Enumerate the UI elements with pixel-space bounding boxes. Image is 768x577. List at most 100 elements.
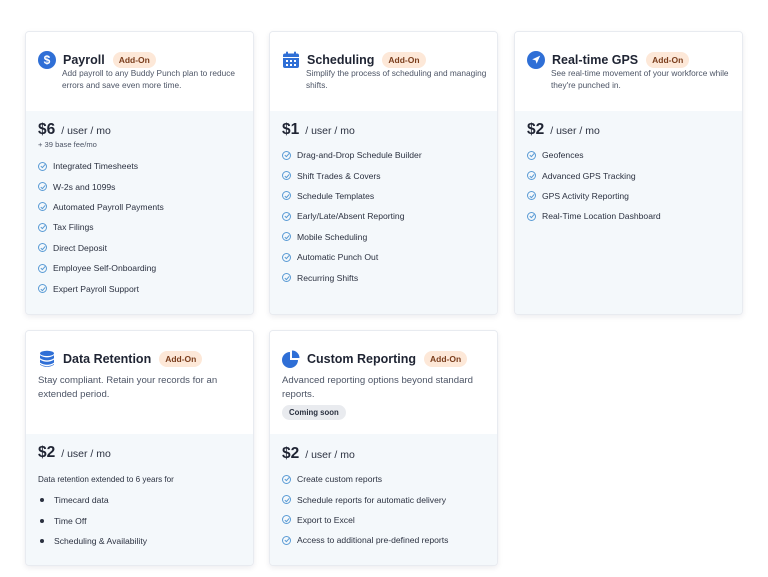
card-description: Simplify the process of scheduling and m… xyxy=(306,68,487,90)
base-fee: + 39 base fee/mo xyxy=(38,140,97,149)
price-amount: $2 xyxy=(282,445,300,462)
check-circle-icon xyxy=(282,495,291,505)
data-retention-card-body: $2 / user / mo Data retention extended t… xyxy=(26,434,253,565)
card-description: Add payroll to any Buddy Punch plan to r… xyxy=(62,68,235,90)
check-circle-icon xyxy=(282,171,291,181)
feature-item: Create custom reports xyxy=(282,469,448,489)
feature-item: Expert Payroll Support xyxy=(38,278,164,298)
add-on-badge: Add-On xyxy=(424,351,468,367)
check-circle-icon xyxy=(282,273,291,283)
check-circle-icon xyxy=(527,211,536,221)
feature-item: Drag-and-Drop Schedule Builder xyxy=(282,145,422,165)
check-circle-icon xyxy=(38,243,47,253)
data-retention-card-header: Data Retention Add-On Stay compliant. Re… xyxy=(26,331,253,434)
price-unit: / user / mo xyxy=(61,448,111,460)
check-circle-icon xyxy=(38,202,47,212)
scheduling-card-header: Scheduling Add-On Simplify the process o… xyxy=(270,32,497,111)
feature-item: Mobile Scheduling xyxy=(282,227,422,247)
database-icon xyxy=(38,350,56,368)
feature-item: Advanced GPS Tracking xyxy=(527,165,661,185)
feature-item: Real-Time Location Dashboard xyxy=(527,206,661,226)
check-circle-icon xyxy=(38,222,47,232)
feature-list: Create custom reports Schedule reports f… xyxy=(282,469,448,551)
bullet-dot xyxy=(40,498,44,503)
scheduling-card: Scheduling Add-On Simplify the process o… xyxy=(269,31,498,315)
check-circle-icon xyxy=(282,474,291,484)
feature-item: GPS Activity Reporting xyxy=(527,186,661,206)
calendar-icon xyxy=(282,51,300,69)
payroll-card: $ Payroll Add-On Add payroll to any Budd… xyxy=(25,31,254,315)
scheduling-card-body: $1 / user / mo Drag-and-Drop Schedule Bu… xyxy=(270,111,497,314)
retention-bullet-list: Timecard data Time Off Scheduling & Avai… xyxy=(40,490,147,552)
price-amount: $2 xyxy=(38,444,56,461)
price-unit: / user / mo xyxy=(305,125,355,137)
svg-text:$: $ xyxy=(44,53,51,67)
feature-item: Schedule Templates xyxy=(282,186,422,206)
check-circle-icon xyxy=(282,232,291,242)
check-circle-icon xyxy=(527,171,536,181)
check-circle-icon xyxy=(282,252,291,262)
check-circle-icon xyxy=(282,535,291,545)
feature-item: Direct Deposit xyxy=(38,238,164,258)
add-on-badge: Add-On xyxy=(112,52,156,68)
feature-item: Access to additional pre-defined reports xyxy=(282,530,448,550)
gps-card-body: $2 / user / mo Geofences Advanced GPS Tr… xyxy=(515,111,742,314)
check-circle-icon xyxy=(38,284,47,294)
check-circle-icon xyxy=(282,150,291,160)
card-description: Stay compliant. Retain your records for … xyxy=(38,375,218,400)
bullet-dot xyxy=(40,539,44,544)
bullet-item: Time Off xyxy=(40,511,147,532)
price-amount: $6 xyxy=(38,121,56,138)
feature-item: Automated Payroll Payments xyxy=(38,197,164,217)
card-title: Real-time GPS xyxy=(552,53,639,67)
card-title: Custom Reporting xyxy=(307,352,417,366)
price-unit: / user / mo xyxy=(550,125,600,137)
gps-card: Real-time GPS Add-On See real-time movem… xyxy=(514,31,743,315)
price-unit: / user / mo xyxy=(305,449,355,461)
custom-reporting-card-header: Custom Reporting Add-On Advanced reporti… xyxy=(270,331,497,434)
gps-card-header: Real-time GPS Add-On See real-time movem… xyxy=(515,32,742,111)
feature-item: W-2s and 1099s xyxy=(38,176,164,196)
check-circle-icon xyxy=(282,191,291,201)
price-amount: $1 xyxy=(282,121,300,138)
check-circle-icon xyxy=(38,182,47,192)
card-description: See real-time movement of your workforce… xyxy=(551,68,729,90)
check-circle-icon xyxy=(38,263,47,273)
feature-item: Recurring Shifts xyxy=(282,267,422,287)
feature-item: Integrated Timesheets xyxy=(38,156,164,176)
feature-list: Geofences Advanced GPS Tracking GPS Acti… xyxy=(527,145,661,227)
add-on-badge: Add-On xyxy=(646,52,690,68)
add-on-badge: Add-On xyxy=(159,351,203,367)
card-title: Scheduling xyxy=(307,53,375,67)
card-description: Advanced reporting options beyond standa… xyxy=(282,375,473,400)
feature-item: Geofences xyxy=(527,145,661,165)
feature-item: Employee Self-Onboarding xyxy=(38,258,164,278)
check-circle-icon xyxy=(527,150,536,160)
feature-item: Schedule reports for automatic delivery xyxy=(282,489,448,509)
add-on-badge: Add-On xyxy=(382,52,426,68)
payroll-card-header: $ Payroll Add-On Add payroll to any Budd… xyxy=(26,32,253,111)
feature-item: Automatic Punch Out xyxy=(282,247,422,267)
card-title: Data Retention xyxy=(63,352,152,366)
check-circle-icon xyxy=(282,211,291,221)
retention-note: Data retention extended to 6 years for xyxy=(38,475,174,484)
pie-chart-icon xyxy=(282,350,300,368)
check-circle-icon xyxy=(38,161,47,171)
price-amount: $2 xyxy=(527,121,545,138)
bullet-item: Scheduling & Availability xyxy=(40,531,147,552)
dollar-icon: $ xyxy=(38,51,56,69)
custom-reporting-card-body: $2 / user / mo Create custom reports Sch… xyxy=(270,434,497,565)
payroll-card-body: $6 / user / mo + 39 base fee/mo Integrat… xyxy=(26,111,253,314)
price-unit: / user / mo xyxy=(61,125,111,137)
feature-list: Integrated Timesheets W-2s and 1099s Aut… xyxy=(38,156,164,299)
data-retention-card: Data Retention Add-On Stay compliant. Re… xyxy=(25,330,254,566)
card-title: Payroll xyxy=(63,53,105,67)
custom-reporting-card: Custom Reporting Add-On Advanced reporti… xyxy=(269,330,498,566)
check-circle-icon xyxy=(282,515,291,525)
bullet-dot xyxy=(40,518,44,523)
feature-item: Shift Trades & Covers xyxy=(282,165,422,185)
coming-soon-badge: Coming soon xyxy=(282,405,346,420)
feature-item: Tax Filings xyxy=(38,217,164,237)
feature-list: Drag-and-Drop Schedule Builder Shift Tra… xyxy=(282,145,422,288)
feature-item: Export to Excel xyxy=(282,510,448,530)
